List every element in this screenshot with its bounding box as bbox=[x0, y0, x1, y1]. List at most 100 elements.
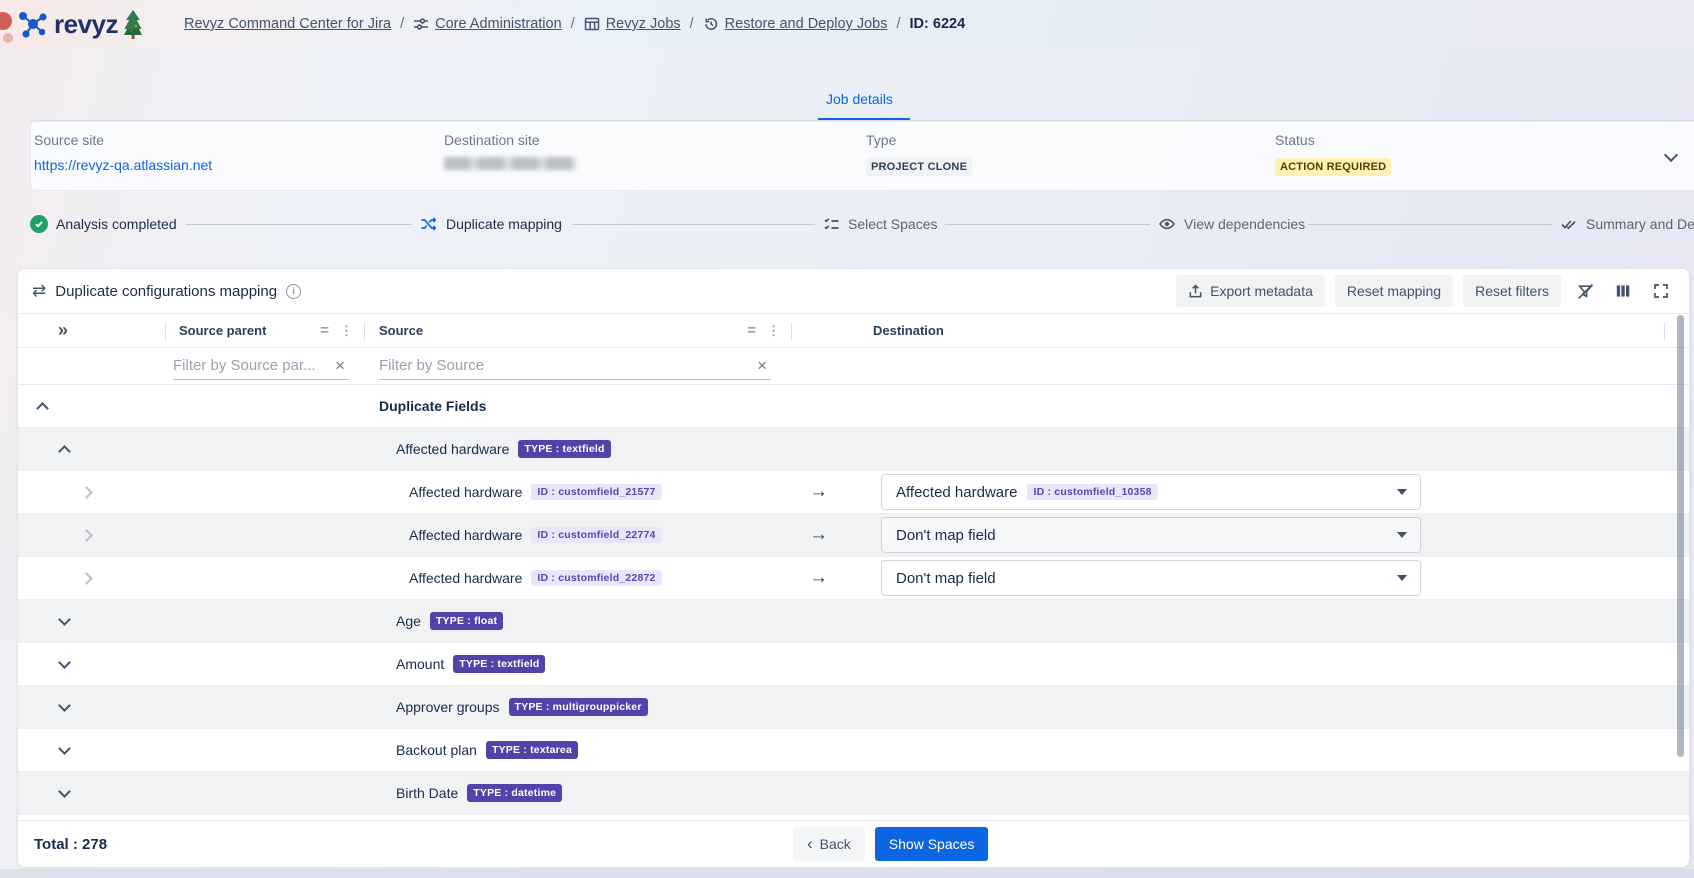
double-check-icon bbox=[1560, 216, 1578, 232]
columns-icon-button[interactable] bbox=[1609, 277, 1637, 305]
destination-mapping-select[interactable]: Don't map field bbox=[881, 560, 1421, 596]
revyz-app-page: revyz Revyz Command Center for Jira / Co… bbox=[0, 0, 1694, 878]
export-metadata-button[interactable]: Export metadata bbox=[1176, 275, 1325, 307]
breadcrumb-current-job-id: ID: 6224 bbox=[910, 16, 966, 32]
destination-site-value-redacted bbox=[444, 157, 576, 170]
expand-chevron-icon[interactable] bbox=[58, 656, 71, 669]
type-badge: TYPE : textfield bbox=[453, 655, 545, 673]
column-resize-icon[interactable] bbox=[747, 322, 756, 339]
table-body: Duplicate Fields Affected hardware TYPE … bbox=[18, 385, 1689, 815]
table-row-parent: Approver groups TYPE : multigrouppicker bbox=[18, 686, 1689, 729]
breadcrumb-link-command-center[interactable]: Revyz Command Center for Jira bbox=[184, 16, 391, 32]
step-view-dependencies[interactable]: View dependencies bbox=[1158, 212, 1305, 236]
tab-job-details[interactable]: Job details bbox=[826, 91, 893, 107]
ornament-decoration bbox=[3, 33, 13, 43]
arrow-right-icon bbox=[809, 567, 828, 589]
reset-mapping-button[interactable]: Reset mapping bbox=[1335, 275, 1453, 307]
stepper-connector bbox=[572, 224, 815, 225]
row-label: Age bbox=[396, 613, 421, 629]
stepper-connector bbox=[945, 224, 1150, 225]
source-filter-input[interactable] bbox=[379, 357, 753, 374]
source-parent-filter bbox=[173, 353, 349, 380]
type-badge: TYPE : textfield bbox=[518, 440, 610, 458]
info-icon[interactable] bbox=[286, 284, 301, 299]
id-badge: ID : customfield_21577 bbox=[531, 484, 661, 500]
button-label: Reset filters bbox=[1475, 283, 1549, 299]
source-site-link[interactable]: https://revyz-qa.atlassian.net bbox=[34, 157, 212, 173]
field-status: Status ACTION REQUIRED bbox=[1275, 132, 1391, 176]
expand-chevron-icon[interactable] bbox=[58, 742, 71, 755]
back-button[interactable]: Back bbox=[793, 827, 865, 861]
column-header-source-parent: Source parent bbox=[165, 314, 364, 347]
clear-filter-icon[interactable] bbox=[753, 356, 771, 376]
expand-chevron-icon[interactable] bbox=[58, 613, 71, 626]
show-spaces-button[interactable]: Show Spaces bbox=[875, 827, 989, 861]
field-label: Type bbox=[866, 132, 972, 148]
source-filter bbox=[379, 353, 771, 380]
arrow-right-icon bbox=[809, 524, 828, 546]
row-label: Backout plan bbox=[396, 742, 477, 758]
fullscreen-icon-button[interactable] bbox=[1647, 277, 1675, 305]
duplicate-mapping-card: Duplicate configurations mapping Export … bbox=[17, 268, 1690, 868]
type-badge: TYPE : datetime bbox=[467, 784, 562, 802]
column-divider bbox=[364, 322, 365, 341]
breadcrumb-separator: / bbox=[571, 16, 575, 32]
step-analysis-completed[interactable]: Analysis completed bbox=[30, 212, 177, 236]
breadcrumb-link-restore-deploy-jobs[interactable]: Restore and Deploy Jobs bbox=[703, 16, 888, 32]
destination-mapping-select[interactable]: Affected hardware ID : customfield_10358 bbox=[881, 474, 1421, 510]
field-label: Status bbox=[1275, 132, 1391, 148]
column-menu-icon[interactable] bbox=[340, 323, 353, 339]
step-select-spaces[interactable]: Select Spaces bbox=[823, 212, 938, 236]
expand-chevron-icon[interactable] bbox=[80, 529, 93, 542]
collapse-chevron-icon[interactable] bbox=[36, 402, 49, 415]
collapse-chevron-icon[interactable] bbox=[58, 445, 71, 458]
logo-text: revyz bbox=[54, 9, 118, 40]
step-duplicate-mapping[interactable]: Duplicate mapping bbox=[420, 212, 562, 236]
filter-off-icon bbox=[1577, 283, 1594, 300]
mapping-toolbar: Duplicate configurations mapping Export … bbox=[18, 269, 1689, 313]
status-badge: ACTION REQUIRED bbox=[1275, 158, 1391, 176]
field-type: Type PROJECT CLONE bbox=[866, 132, 972, 176]
sliders-icon bbox=[413, 16, 429, 32]
breadcrumb-label: Core Administration bbox=[435, 16, 562, 32]
job-details-panel: Source site https://revyz-qa.atlassian.n… bbox=[30, 121, 1694, 191]
swap-icon bbox=[32, 281, 46, 301]
breadcrumb-separator: / bbox=[690, 16, 694, 32]
vertical-scrollbar-thumb[interactable] bbox=[1677, 315, 1684, 757]
expand-chevron-icon[interactable] bbox=[80, 572, 93, 585]
expand-chevron-icon[interactable] bbox=[80, 486, 93, 499]
source-parent-filter-input[interactable] bbox=[173, 357, 331, 374]
history-icon bbox=[703, 16, 719, 32]
table-row-parent: Amount TYPE : textfield bbox=[18, 643, 1689, 686]
destination-mapping-select[interactable]: Don't map field bbox=[881, 517, 1421, 553]
table-filter-row bbox=[18, 348, 1689, 385]
checklist-icon bbox=[823, 216, 840, 232]
panel-collapse-chevron-icon[interactable] bbox=[1664, 148, 1678, 162]
type-badge: TYPE : textarea bbox=[486, 741, 578, 759]
expand-chevron-icon[interactable] bbox=[58, 785, 71, 798]
table-row-child: Affected hardware ID : customfield_22872… bbox=[18, 557, 1689, 600]
expand-all-column-header[interactable] bbox=[18, 314, 165, 347]
id-badge: ID : customfield_22774 bbox=[531, 527, 661, 543]
breadcrumb-link-revyz-jobs[interactable]: Revyz Jobs bbox=[584, 16, 681, 32]
column-menu-icon[interactable] bbox=[767, 323, 780, 339]
column-header-label: Source bbox=[379, 323, 423, 338]
table-row-child: Affected hardware ID : customfield_22774… bbox=[18, 514, 1689, 557]
revyz-logo: revyz bbox=[16, 7, 144, 41]
expand-chevron-icon[interactable] bbox=[58, 699, 71, 712]
column-resize-icon[interactable] bbox=[320, 322, 329, 339]
reset-filters-button[interactable]: Reset filters bbox=[1463, 275, 1561, 307]
export-icon bbox=[1188, 284, 1203, 299]
table-row-parent: Affected hardware TYPE : textfield bbox=[18, 428, 1689, 471]
ornament-decoration bbox=[0, 12, 12, 30]
type-value-badge: PROJECT CLONE bbox=[866, 158, 972, 176]
step-summary-and-deploy[interactable]: Summary and Deploy bbox=[1560, 212, 1694, 236]
shuffle-icon bbox=[420, 216, 438, 232]
clear-filters-icon-button[interactable] bbox=[1571, 277, 1599, 305]
field-label: Destination site bbox=[444, 132, 576, 148]
breadcrumb-label: Revyz Command Center for Jira bbox=[184, 16, 391, 32]
type-badge: TYPE : multigrouppicker bbox=[509, 698, 648, 716]
clear-filter-icon[interactable] bbox=[331, 356, 349, 376]
selected-destination-label: Don't map field bbox=[896, 527, 996, 544]
breadcrumb-link-core-administration[interactable]: Core Administration bbox=[413, 16, 562, 32]
